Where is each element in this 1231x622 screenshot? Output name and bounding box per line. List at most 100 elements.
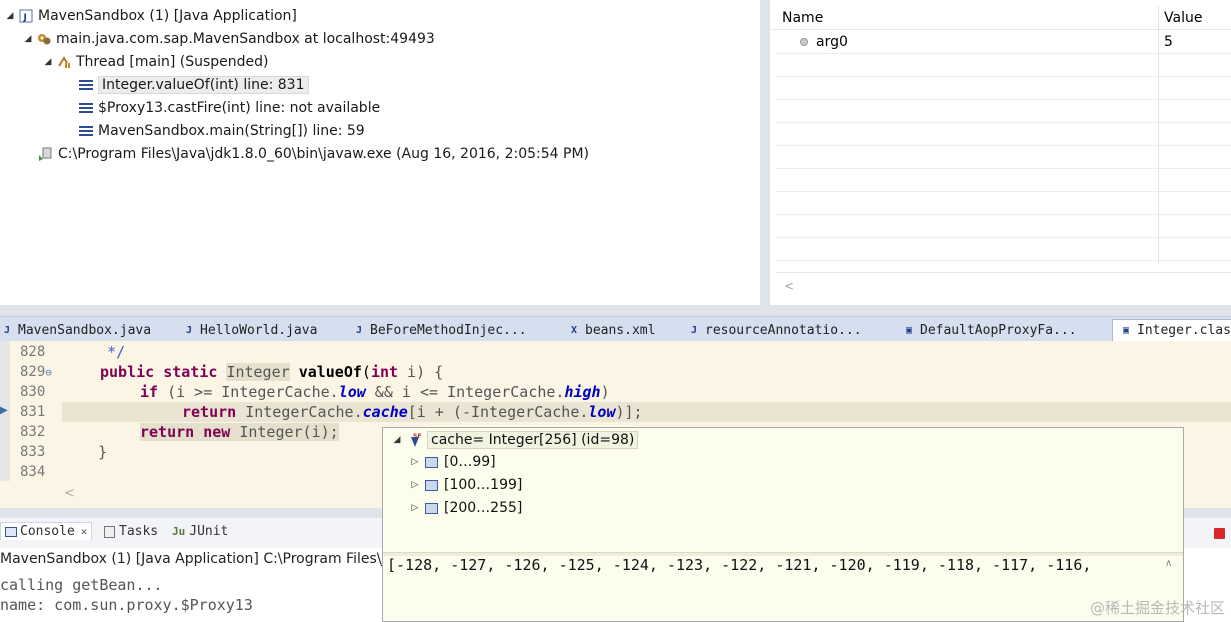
watermark: @稀土掘金技术社区 (1089, 599, 1225, 617)
column-divider[interactable] (1158, 6, 1159, 264)
java-file-icon: J (3, 324, 11, 336)
stack-frame[interactable]: Integer.valueOf(int) line: 831 (76, 74, 309, 96)
tasks-icon (104, 525, 115, 538)
array-partition-icon (425, 479, 438, 491)
array-range-node[interactable]: ▷ [0…99] (409, 454, 496, 470)
collapse-icon[interactable]: ◢ (22, 34, 34, 44)
array-range-node[interactable]: ▷ [100…199] (409, 477, 523, 493)
process-label: C:\Program Files\Java\jdk1.8.0_60\bin\ja… (58, 146, 589, 162)
stack-frame[interactable]: $Proxy13.castFire(int) line: not availab… (76, 97, 380, 119)
class-file-icon: ▣ (905, 324, 913, 336)
thread-label: Thread [main] (Suspended) (76, 54, 269, 70)
tab-resource-annotation[interactable]: J resourceAnnotatio... (687, 319, 862, 341)
row-divider (776, 99, 1231, 100)
java-file-icon: J (355, 324, 363, 336)
stack-frame-icon (78, 100, 94, 116)
variables-header: Name Value (770, 6, 1231, 30)
tab-label: resourceAnnotatio... (705, 322, 862, 338)
collapse-icon[interactable]: ◢ (4, 11, 16, 21)
tab-label: JUnit (189, 524, 229, 539)
row-divider (776, 191, 1231, 192)
expand-icon[interactable]: ▷ (409, 503, 421, 513)
tab-tasks[interactable]: Tasks (104, 524, 158, 539)
array-partition-icon (425, 456, 438, 468)
row-divider (776, 76, 1231, 77)
process-node[interactable]: C:\Program Files\Java\jdk1.8.0_60\bin\ja… (36, 143, 589, 165)
launch-node[interactable]: ◢ J MavenSandbox (1) [Java Application] (4, 5, 297, 27)
console-output-line: name: com.sun.proxy.$Proxy13 (0, 596, 253, 614)
close-icon[interactable]: ✕ (81, 525, 88, 538)
tab-label: Tasks (119, 524, 159, 539)
tab-label: Console (20, 524, 75, 539)
popup-root-node[interactable]: ◢ SF cache= Integer[256] (id=98) (391, 431, 639, 449)
tab-console[interactable]: Console ✕ (0, 522, 93, 540)
java-file-icon: J (690, 324, 698, 336)
debug-view: ◢ J MavenSandbox (1) [Java Application] … (0, 0, 760, 305)
horizontal-scrollbar[interactable]: < (776, 272, 1231, 302)
name-column-header[interactable]: Name (782, 10, 823, 26)
svg-text:J: J (23, 13, 27, 23)
tab-junit[interactable]: Ju JUnit (172, 524, 228, 539)
code-line: if (i >= IntegerCache.low && i <= Intege… (140, 383, 610, 401)
variable-value: 5 (1164, 34, 1173, 50)
tab-beans-xml[interactable]: X beans.xml (567, 319, 655, 341)
line-number: 831 (20, 404, 46, 420)
thread-node[interactable]: ◢ Thread [main] (Suspended) (42, 51, 269, 73)
row-divider (776, 214, 1231, 215)
array-range-node[interactable]: ▷ [200…255] (409, 500, 523, 516)
line-number: 832 (20, 424, 46, 440)
expand-icon[interactable]: ▷ (409, 480, 421, 490)
tab-maven-sandbox[interactable]: J MavenSandbox.java (0, 319, 151, 341)
svg-text:SF: SF (413, 433, 421, 440)
code-line: public static Integer valueOf(int i) { (100, 363, 444, 381)
line-number: 830 (20, 384, 46, 400)
stack-frame[interactable]: MavenSandbox.main(String[]) line: 59 (76, 120, 365, 142)
java-file-icon: J (185, 324, 193, 336)
launch-label: MavenSandbox (1) [Java Application] (38, 8, 297, 24)
array-partition-icon (425, 502, 438, 514)
popup-value-text[interactable]: [-128, -127, -126, -125, -124, -123, -12… (387, 556, 1163, 574)
value-column-header[interactable]: Value (1164, 10, 1202, 26)
process-icon (38, 146, 54, 162)
tab-label: beans.xml (585, 322, 656, 338)
code-line: } (62, 443, 108, 461)
tab-hello-world[interactable]: J HelloWorld.java (182, 319, 317, 341)
fold-icon[interactable]: ⊖ (45, 366, 52, 379)
tab-integer-class[interactable]: ▣ Integer.class (1112, 319, 1231, 341)
variables-view: Name Value arg0 5 < (770, 0, 1231, 305)
collapse-icon[interactable]: ◢ (391, 435, 403, 445)
junit-icon: Ju (172, 525, 186, 538)
console-icon (5, 526, 17, 537)
row-divider (776, 237, 1231, 238)
tab-before-method[interactable]: J BeForeMethodInjec... (352, 319, 527, 341)
expand-icon[interactable]: ▷ (409, 457, 421, 467)
frame-label: $Proxy13.castFire(int) line: not availab… (98, 100, 381, 116)
tab-label: Integer.class (1137, 323, 1231, 338)
line-number: 828 (20, 344, 46, 360)
variable-hover-popup: ◢ SF cache= Integer[256] (id=98) ▷ [0…99… (382, 427, 1184, 622)
popup-root-label: cache= Integer[256] (id=98) (427, 431, 639, 449)
scroll-up-arrow[interactable]: ∧ (1165, 558, 1179, 569)
tab-label: DefaultAopProxyFa... (920, 322, 1077, 338)
range-label: [100…199] (444, 477, 523, 493)
vm-label: main.java.com.sap.MavenSandbox at localh… (56, 31, 435, 47)
tab-label: BeForeMethodInjec... (370, 322, 527, 338)
range-label: [0…99] (444, 454, 496, 470)
tab-default-aop-proxy[interactable]: ▣ DefaultAopProxyFa... (902, 319, 1077, 341)
row-divider (776, 145, 1231, 146)
vm-node[interactable]: ◢ main.java.com.sap.MavenSandbox at loca… (22, 28, 435, 50)
scroll-left-arrow[interactable]: < (64, 486, 75, 501)
stack-frame-icon (78, 77, 94, 93)
tab-label: HelloWorld.java (200, 322, 318, 338)
variable-row[interactable]: arg0 (800, 34, 848, 50)
terminate-icon[interactable] (1214, 528, 1225, 539)
code-line-current: return IntegerCache.cache[i + (-IntegerC… (182, 403, 643, 421)
row-divider (776, 260, 1231, 261)
range-label: [200…255] (444, 500, 523, 516)
scroll-left-arrow[interactable]: < (784, 279, 794, 293)
tab-label: MavenSandbox.java (18, 322, 152, 338)
collapse-icon[interactable]: ◢ (42, 57, 54, 67)
console-description: MavenSandbox (1) [Java Application] C:\P… (0, 551, 412, 567)
suspended-thread-icon (56, 54, 72, 70)
console-output-line: calling getBean... (0, 576, 163, 594)
